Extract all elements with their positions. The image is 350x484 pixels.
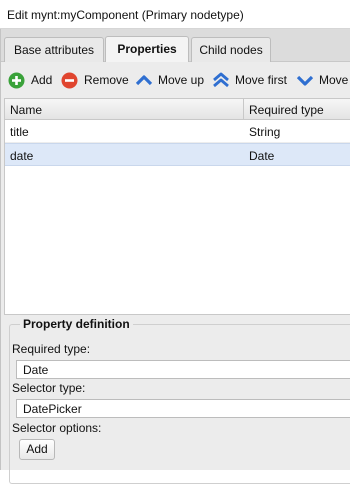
row-name-cell: date [10, 149, 34, 163]
required-type-label: Required type: [12, 342, 91, 356]
grid-header: Name Required type [5, 99, 350, 120]
selector-type-label: Selector type: [12, 381, 86, 395]
property-definition-legend: Property definition [20, 317, 133, 331]
move-down-button[interactable]: Move [297, 62, 348, 98]
required-type-field[interactable]: Date [16, 360, 350, 379]
remove-button[interactable]: Remove [61, 62, 129, 98]
window-title: Edit mynt:myComponent (Primary nodetype) [7, 8, 244, 22]
move-up-button-label: Move up [158, 73, 205, 87]
editor-panel: Base attributes Properties Child nodes A… [0, 29, 350, 484]
column-header-required-type[interactable]: Required type [249, 103, 324, 117]
add-option-button[interactable]: Add [19, 439, 55, 460]
plus-circle-icon [8, 72, 25, 88]
column-header-name[interactable]: Name [10, 103, 42, 117]
tab-bar: Base attributes Properties Child nodes [1, 29, 350, 62]
row-type-cell: Date [249, 149, 275, 163]
tab-properties[interactable]: Properties [105, 36, 189, 62]
toolbar: Add Remove Move up Move first Move [1, 62, 350, 98]
row-name-cell: title [10, 125, 29, 139]
selector-type-field[interactable]: DatePicker [16, 399, 350, 418]
table-row-selected[interactable]: date Date [5, 143, 350, 166]
add-button[interactable]: Add [8, 62, 52, 98]
move-first-button-label: Move first [235, 73, 288, 87]
tab-base-attributes[interactable]: Base attributes [4, 37, 104, 62]
move-first-button[interactable]: Move first [213, 62, 287, 98]
window-titlebar: Edit mynt:myComponent (Primary nodetype) [0, 0, 350, 29]
row-type-cell: String [249, 125, 281, 139]
minus-circle-icon [61, 72, 78, 88]
properties-grid: Name Required type title String date Dat… [4, 98, 350, 315]
move-up-button[interactable]: Move up [136, 62, 204, 98]
double-chevron-up-icon [213, 72, 229, 88]
chevron-up-icon [136, 75, 152, 86]
selector-options-label: Selector options: [12, 421, 102, 435]
table-row[interactable]: title String [5, 120, 350, 143]
column-separator[interactable] [243, 99, 244, 120]
tab-child-nodes[interactable]: Child nodes [191, 37, 271, 62]
chevron-down-icon [297, 75, 313, 86]
add-button-label: Add [31, 73, 53, 87]
remove-button-label: Remove [84, 73, 129, 87]
move-down-button-label: Move [319, 73, 349, 87]
